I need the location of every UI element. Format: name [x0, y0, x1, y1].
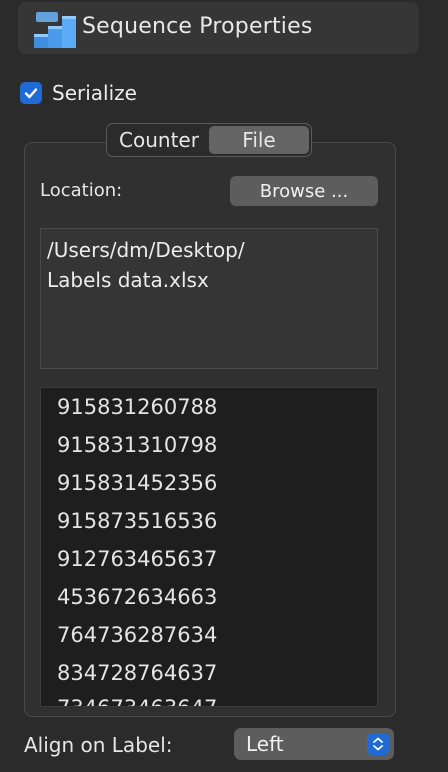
list-item[interactable]: 834728764637	[57, 659, 217, 687]
tab-counter[interactable]: Counter	[109, 126, 209, 154]
list-item[interactable]: 912763465637	[57, 545, 217, 573]
file-path-field: /Users/dm/Desktop/ Labels data.xlsx	[40, 228, 378, 369]
list-item[interactable]: 764736287634	[57, 621, 217, 649]
align-on-label-label: Align on Label:	[24, 733, 173, 757]
file-path-line: /Users/dm/Desktop/	[47, 238, 245, 262]
list-item[interactable]: 915831260788	[57, 393, 217, 421]
file-name-line: Labels data.xlsx	[47, 268, 209, 292]
serialize-checkbox[interactable]	[20, 82, 42, 104]
list-item[interactable]: 915831310798	[57, 431, 217, 459]
source-segmented-control: Counter File	[106, 123, 312, 157]
browse-button[interactable]: Browse ...	[230, 176, 378, 206]
panel-title: Sequence Properties	[82, 14, 313, 39]
serialize-label: Serialize	[52, 81, 137, 105]
location-label: Location:	[40, 180, 123, 201]
list-item[interactable]: 915831452356	[57, 469, 217, 497]
list-item[interactable]: 453672634663	[57, 583, 217, 611]
serialize-checkbox-row[interactable]: Serialize	[20, 80, 137, 106]
tab-file[interactable]: File	[209, 126, 309, 154]
list-item[interactable]: 734673463647	[57, 694, 217, 706]
list-item[interactable]: 915873516536	[57, 507, 217, 535]
data-values-list[interactable]: 915831260788 915831310798 915831452356 9…	[40, 387, 378, 707]
align-on-label-select[interactable]: Left	[234, 728, 394, 760]
align-selected-value: Left	[246, 732, 284, 756]
panel-header: Sequence Properties	[18, 2, 419, 54]
chevron-updown-icon	[367, 733, 389, 755]
stairs-icon	[34, 12, 76, 48]
checkmark-icon	[24, 88, 38, 99]
